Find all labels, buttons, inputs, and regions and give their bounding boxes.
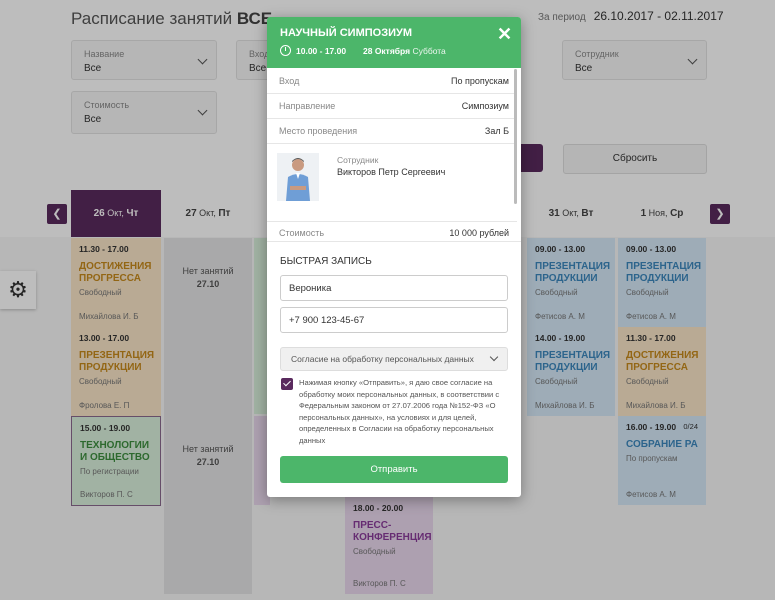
staff-card: Сотрудник Викторов Петр Сергеевич [267, 143, 517, 222]
modal-title: НАУЧНЫЙ СИМПОЗИУМ [280, 27, 412, 39]
info-row-cost: Стоимость 10 000 рублей [279, 228, 509, 238]
name-input[interactable]: Вероника [280, 275, 508, 301]
modal-header: НАУЧНЫЙ СИМПОЗИУМ ✕ 10.00 - 17.00 28 Окт… [267, 17, 521, 68]
staff-name: Викторов Петр Сергеевич [337, 167, 446, 177]
consent-dropdown[interactable]: Согласие на обработку персональных данны… [280, 347, 508, 371]
info-row-entry: Вход По пропускам [267, 68, 517, 94]
modal-scrollbar[interactable] [514, 69, 517, 204]
divider [267, 241, 521, 242]
consent-checkbox[interactable] [281, 378, 293, 390]
info-row-venue: Место проведения Зал Б [267, 118, 517, 144]
event-modal: НАУЧНЫЙ СИМПОЗИУМ ✕ 10.00 - 17.00 28 Окт… [267, 17, 521, 497]
submit-button[interactable]: Отправить [280, 456, 508, 483]
chevron-down-icon [489, 352, 499, 362]
phone-input[interactable]: +7 900 123-45-67 [280, 307, 508, 333]
modal-time: 10.00 - 17.00 [296, 46, 347, 56]
clock-icon [280, 45, 291, 56]
staff-photo [277, 153, 319, 201]
info-row-direction: Направление Симпозиум [267, 93, 517, 119]
quick-booking-title: БЫСТРАЯ ЗАПИСЬ [280, 256, 372, 267]
modal-date: 28 Октября Суббота [363, 46, 446, 56]
consent-text: Нажимая кнопку «Отправить», я даю свое с… [299, 378, 500, 445]
close-icon[interactable]: ✕ [497, 24, 512, 45]
